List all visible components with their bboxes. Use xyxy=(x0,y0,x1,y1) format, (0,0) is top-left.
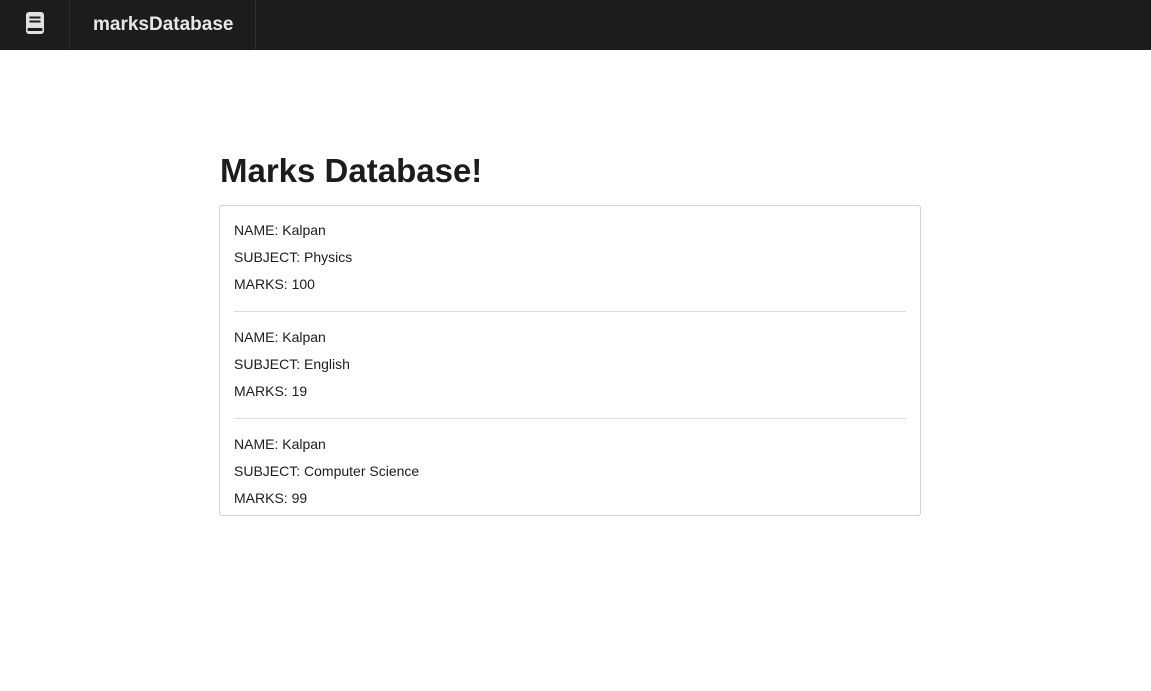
record-divider xyxy=(234,418,906,419)
record-subject: SUBJECT: Computer Science xyxy=(234,463,420,479)
main-content: Marks Database! NAME: Kalpan SUBJECT: Ph… xyxy=(219,152,921,516)
record-item: NAME: Kalpan SUBJECT: Computer Science M… xyxy=(234,434,906,515)
record-marks: MARKS: 19 xyxy=(234,383,308,399)
page-title: Marks Database! xyxy=(220,152,483,189)
record-name: NAME: Kalpan xyxy=(234,329,326,345)
marks-list: NAME: Kalpan SUBJECT: Physics MARKS: 100… xyxy=(219,205,921,516)
record-divider xyxy=(234,311,906,312)
app-title-link[interactable]: marksDatabase xyxy=(70,0,257,50)
book-icon xyxy=(25,11,45,40)
record-marks: MARKS: 99 xyxy=(234,490,308,506)
record-subject: SUBJECT: Physics xyxy=(234,249,353,265)
record-item: NAME: Kalpan SUBJECT: English MARKS: 19 xyxy=(234,327,906,408)
record-marks: MARKS: 100 xyxy=(234,276,315,292)
home-link[interactable] xyxy=(0,0,70,50)
top-menu-bar: marksDatabase xyxy=(0,0,1151,50)
record-name: NAME: Kalpan xyxy=(234,436,326,452)
record-item: NAME: Kalpan SUBJECT: Physics MARKS: 100 xyxy=(234,220,906,301)
record-name: NAME: Kalpan xyxy=(234,222,326,238)
record-subject: SUBJECT: English xyxy=(234,356,350,372)
